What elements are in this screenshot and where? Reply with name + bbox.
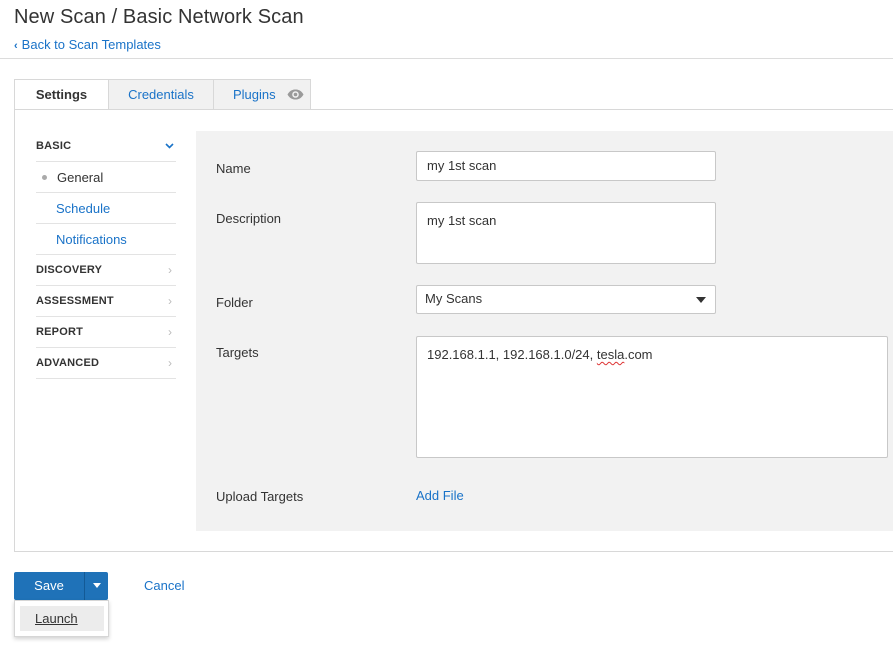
targets-text-suffix: .com: [624, 347, 653, 362]
upload-targets-label: Upload Targets: [216, 489, 304, 504]
name-input[interactable]: my 1st scan: [416, 151, 716, 181]
settings-panel: BASIC General Schedule Notifications DIS…: [14, 109, 893, 552]
menu-item-launch[interactable]: Launch: [20, 606, 104, 631]
spellcheck-word: tesla: [596, 347, 625, 362]
settings-sidebar: BASIC General Schedule Notifications DIS…: [36, 131, 176, 379]
eye-icon: [287, 89, 304, 100]
sidebar-section-label: DISCOVERY: [36, 264, 103, 276]
tab-bar: Settings Credentials Plugins: [14, 79, 311, 111]
sidebar-section-label: ASSESSMENT: [36, 295, 114, 307]
cancel-link[interactable]: Cancel: [144, 578, 184, 593]
sidebar-section-label: REPORT: [36, 326, 84, 338]
tab-plugins-label: Plugins: [233, 87, 276, 102]
save-dropdown-menu: Launch: [14, 600, 109, 637]
save-dropdown-toggle[interactable]: [84, 572, 108, 600]
tab-plugins[interactable]: Plugins: [213, 79, 311, 110]
tab-credentials[interactable]: Credentials: [108, 79, 214, 110]
save-button-group: Save: [14, 572, 108, 600]
sidebar-item-label: Notifications: [56, 231, 127, 247]
chevron-right-icon: ›: [168, 356, 172, 370]
back-to-templates-link[interactable]: ‹ Back to Scan Templates: [14, 37, 161, 52]
add-file-link[interactable]: Add File: [416, 488, 464, 503]
chevron-left-icon: ‹: [14, 40, 18, 52]
sidebar-item-general-wrap: General: [36, 170, 103, 185]
header-divider: [0, 58, 893, 59]
sidebar-section-advanced[interactable]: ADVANCED ›: [36, 348, 176, 379]
targets-text: 192.168.1.1, 192.168.1.0/24,: [427, 347, 597, 362]
sidebar-item-general[interactable]: General: [36, 162, 176, 193]
sidebar-item-label: General: [57, 169, 104, 185]
page-title: New Scan / Basic Network Scan: [14, 6, 304, 28]
tab-settings[interactable]: Settings: [14, 79, 109, 111]
name-label: Name: [216, 161, 251, 176]
description-label: Description: [216, 211, 282, 226]
sidebar-section-discovery[interactable]: DISCOVERY ›: [36, 255, 176, 286]
chevron-right-icon: ›: [168, 263, 172, 277]
targets-textarea[interactable]: 192.168.1.1, 192.168.1.0/24, tesla.com: [416, 336, 888, 458]
sidebar-section-basic[interactable]: BASIC: [36, 131, 176, 162]
caret-down-icon: [696, 297, 706, 303]
sidebar-section-report[interactable]: REPORT ›: [36, 317, 176, 348]
save-button[interactable]: Save: [14, 572, 84, 600]
description-textarea[interactable]: my 1st scan: [416, 202, 716, 264]
chevron-down-icon: [165, 143, 174, 149]
targets-label: Targets: [216, 345, 259, 360]
sidebar-item-schedule[interactable]: Schedule: [36, 193, 176, 224]
folder-label: Folder: [216, 295, 253, 310]
general-settings-form: Name my 1st scan Description my 1st scan…: [196, 131, 893, 531]
sidebar-section-label: ADVANCED: [36, 357, 100, 369]
chevron-right-icon: ›: [168, 294, 172, 308]
back-link-label: Back to Scan Templates: [21, 37, 161, 52]
sidebar-item-label: Schedule: [56, 200, 111, 216]
folder-select[interactable]: My Scans: [416, 285, 716, 314]
caret-down-icon: [93, 583, 101, 588]
sidebar-section-assessment[interactable]: ASSESSMENT ›: [36, 286, 176, 317]
bullet-icon: [42, 174, 47, 180]
chevron-right-icon: ›: [168, 325, 172, 339]
sidebar-item-notifications[interactable]: Notifications: [36, 224, 176, 255]
sidebar-section-label: BASIC: [36, 140, 72, 152]
folder-select-value: My Scans: [425, 291, 483, 306]
